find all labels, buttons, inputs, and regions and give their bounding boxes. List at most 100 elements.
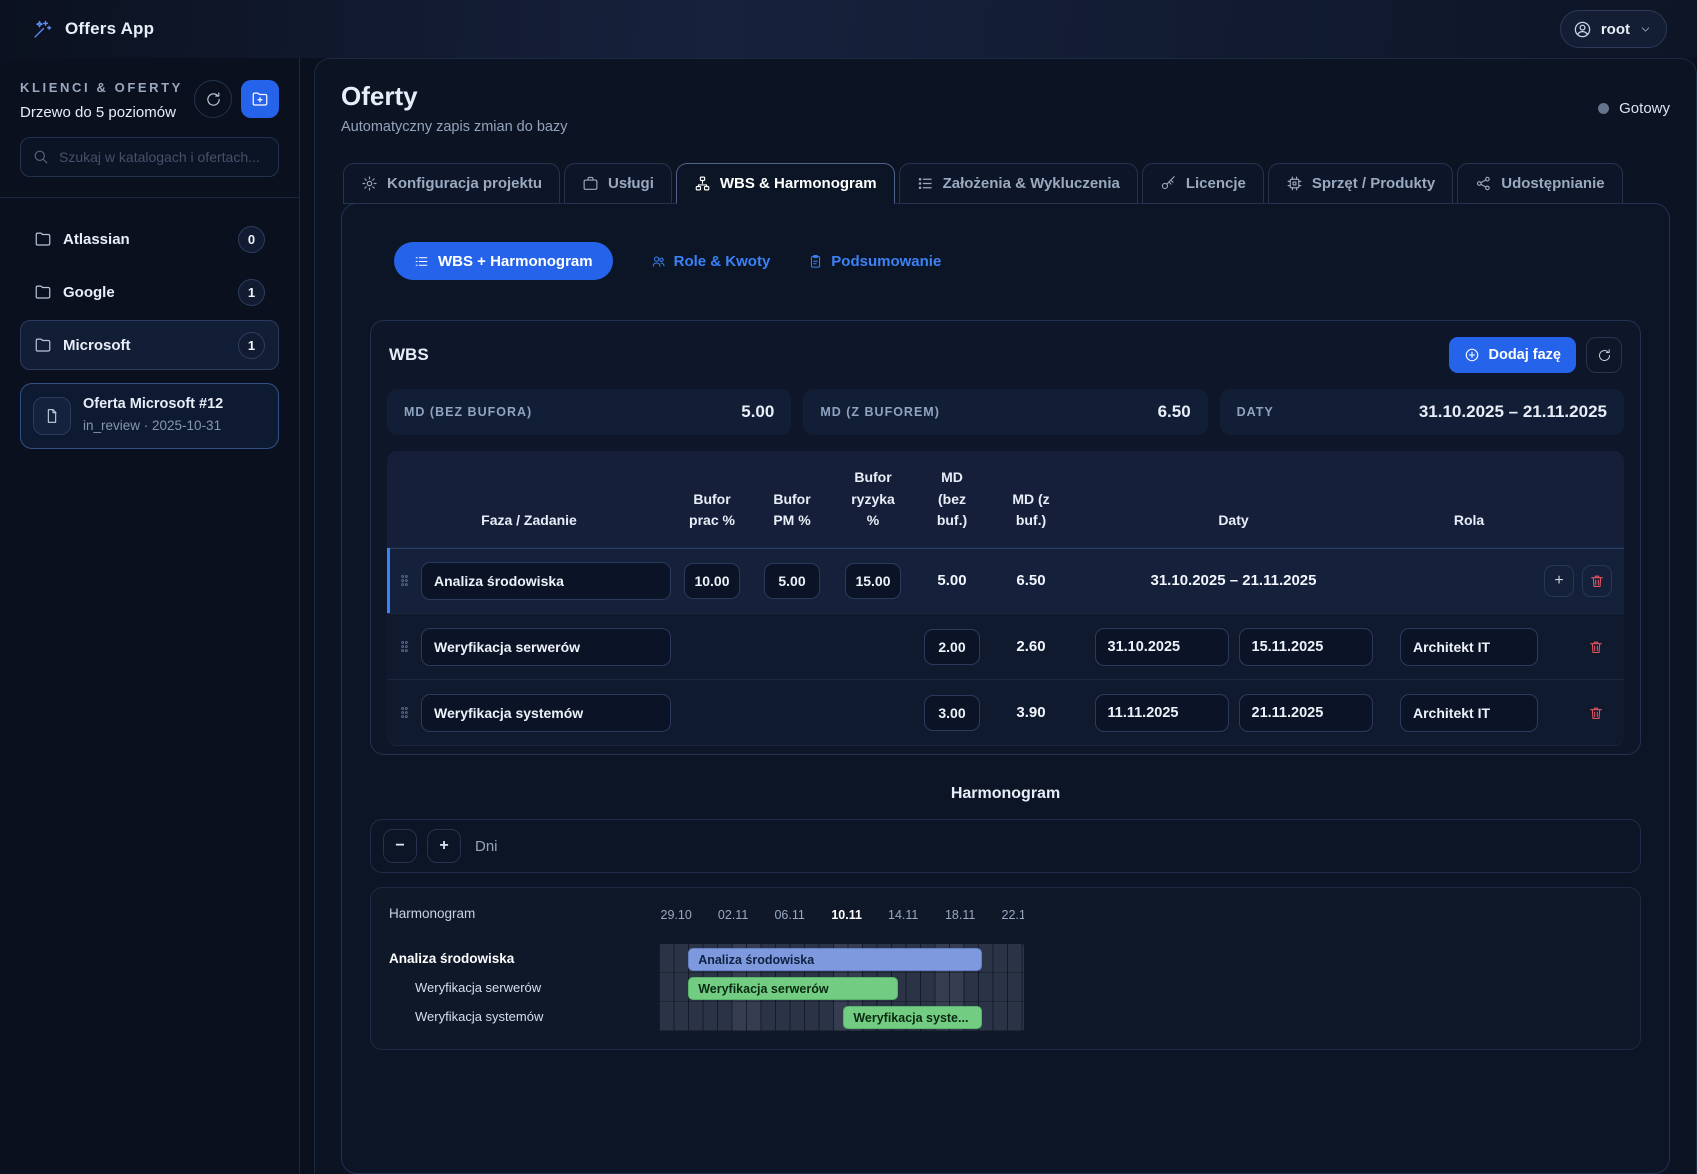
tab-label: Licencje: [1186, 175, 1246, 192]
add-phase-button[interactable]: Dodaj fazę: [1449, 337, 1576, 373]
subtab-role-kwoty[interactable]: Role & Kwoty: [651, 253, 771, 270]
bufor-prac-input[interactable]: [684, 563, 740, 599]
gantt-bar-weryfikacja-systemow[interactable]: Weryfikacja syste...: [843, 1006, 982, 1029]
column-header: Bufor prac %: [671, 489, 753, 532]
gantt-bar-weryfikacja-serwerow[interactable]: Weryfikacja serwerów: [688, 977, 898, 1000]
stat-label: DATY: [1237, 405, 1274, 419]
folder-label: Atlassian: [63, 231, 130, 248]
rola-input[interactable]: [1400, 694, 1538, 732]
delete-task-button[interactable]: [1580, 631, 1612, 663]
gantt-zoom-controls: − + Dni: [370, 819, 1641, 873]
folder-label: Microsoft: [63, 337, 131, 354]
wbs-table-header: Faza / ZadanieBufor prac %Bufor PM %Bufo…: [387, 451, 1624, 547]
plus-circle-icon: [1464, 347, 1480, 363]
wbs-table: Faza / ZadanieBufor prac %Bufor PM %Bufo…: [387, 451, 1624, 746]
stat-md-z-buforem: MD (Z BUFOREM) 6.50: [803, 389, 1207, 435]
date-from-input[interactable]: [1095, 628, 1229, 666]
wbs-card: WBS Dodaj fazę MD (BEZ BUFORA) 5.00MD (: [370, 320, 1641, 755]
tab-konfiguracja-projektu[interactable]: Konfiguracja projektu: [343, 163, 560, 204]
status-label: Gotowy: [1619, 100, 1670, 117]
gantt-tick: 10.11: [831, 908, 862, 922]
delete-task-button[interactable]: [1580, 697, 1612, 729]
sidebar-folder-atlassian[interactable]: Atlassian 0: [20, 214, 279, 264]
user-menu[interactable]: root: [1560, 10, 1667, 48]
subtab-label: Role & Kwoty: [674, 253, 771, 270]
tab-sprzet-produkty[interactable]: Sprzęt / Produkty: [1268, 163, 1453, 204]
drag-handle[interactable]: [387, 705, 421, 720]
wbs-refresh-button[interactable]: [1586, 337, 1622, 373]
refresh-tree-button[interactable]: [194, 80, 232, 118]
drag-icon: [397, 639, 412, 654]
column-header: Faza / Zadanie: [387, 510, 671, 532]
add-folder-button[interactable]: [241, 80, 279, 118]
sidebar-folder-google[interactable]: Google 1: [20, 267, 279, 317]
sidebar-folder-microsoft[interactable]: Microsoft 1: [20, 320, 279, 370]
tab-uslugi[interactable]: Usługi: [564, 163, 672, 204]
task-row-weryfikacja-serwerow: 2.60: [387, 613, 1624, 679]
phase-name-input[interactable]: [421, 562, 671, 600]
add-phase-label: Dodaj fazę: [1488, 347, 1561, 363]
status-indicator: Gotowy: [1598, 100, 1670, 117]
wbs-stats: MD (BEZ BUFORA) 5.00MD (Z BUFOREM) 6.50D…: [387, 389, 1624, 435]
add-task-button[interactable]: +: [1544, 565, 1574, 597]
gantt-tick: 14.11: [888, 908, 918, 922]
stat-value: 6.50: [1158, 402, 1191, 422]
gear-icon: [361, 175, 378, 192]
bufor-pm-input[interactable]: [764, 563, 820, 599]
clipboard-icon: [808, 254, 823, 269]
gantt-bar-analiza-srodowiska[interactable]: Analiza środowiska: [688, 948, 982, 971]
date-to-input[interactable]: [1239, 628, 1373, 666]
zoom-in-button[interactable]: +: [427, 829, 461, 863]
phase-dates-value: 31.10.2025 – 21.11.2025: [1073, 572, 1394, 589]
harmonogram-title: Harmonogram: [370, 785, 1641, 803]
users-icon: [651, 254, 666, 269]
subtab-wbs-harmonogram[interactable]: WBS + Harmonogram: [394, 242, 613, 280]
md-z-value: 6.50: [989, 572, 1073, 589]
gantt-row-label-analiza-srodowiska: Analiza środowiska: [389, 944, 659, 973]
folder-icon: [34, 230, 52, 248]
drag-handle[interactable]: [387, 639, 421, 654]
gantt-ticks: 29.1002.1106.1110.1114.1118.1122.11: [659, 906, 1024, 928]
date-to-input[interactable]: [1239, 694, 1373, 732]
column-header: MD (z buf.): [989, 489, 1073, 532]
tabs: Konfiguracja projektu Usługi WBS & Harmono…: [341, 163, 1670, 203]
tab-wbs-harmonogram[interactable]: WBS & Harmonogram: [676, 163, 895, 204]
rola-input[interactable]: [1400, 628, 1538, 666]
offer-meta: in_review · 2025-10-31: [83, 416, 223, 436]
folder-plus-icon: [251, 90, 269, 108]
gantt-card: Harmonogram Analiza środowiskaWeryfikacj…: [370, 887, 1641, 1050]
task-name-input[interactable]: [421, 694, 671, 732]
task-name-input[interactable]: [421, 628, 671, 666]
drag-icon: [397, 573, 412, 588]
gantt-row-labels: Analiza środowiskaWeryfikacja serwerówWe…: [389, 944, 659, 1031]
delete-phase-button[interactable]: [1582, 565, 1612, 597]
tab-udostepnianie[interactable]: Udostępnianie: [1457, 163, 1622, 204]
bufor-ryzyka-input[interactable]: [845, 563, 901, 599]
tab-label: Usługi: [608, 175, 654, 192]
sparkle-icon: [32, 19, 53, 40]
tab-label: WBS & Harmonogram: [720, 175, 877, 192]
date-from-input[interactable]: [1095, 694, 1229, 732]
page-title: Oferty: [341, 81, 567, 112]
subtabs: WBS + Harmonogram Role & Kwoty Podsumowani…: [394, 242, 1641, 280]
app-title: Offers App: [65, 19, 154, 39]
phase-row-analiza-srodowiska: 5.00 6.50 31.10.2025 – 21.11.2025 +: [387, 547, 1624, 613]
tab-licencje[interactable]: Licencje: [1142, 163, 1264, 204]
md-bez-input[interactable]: [924, 695, 980, 731]
zoom-out-button[interactable]: −: [383, 829, 417, 863]
gantt-row-label-weryfikacja-systemow: Weryfikacja systemów: [389, 1002, 659, 1031]
tab-zalozenia-wykluczenia[interactable]: Założenia & Wykluczenia: [899, 163, 1138, 204]
subtab-podsumowanie[interactable]: Podsumowanie: [808, 253, 941, 270]
status-dot: [1598, 103, 1609, 114]
column-header: Daty: [1073, 510, 1394, 532]
topbar: Offers App root: [0, 0, 1697, 58]
sidebar-offer-card[interactable]: Oferta Microsoft #12 in_review · 2025-10…: [20, 383, 279, 449]
search-input[interactable]: [20, 137, 279, 177]
drag-handle[interactable]: [387, 573, 421, 588]
drag-icon: [397, 705, 412, 720]
user-circle-icon: [1573, 20, 1592, 39]
offer-panel: WBS + Harmonogram Role & Kwoty Podsumowani…: [341, 203, 1670, 1174]
md-bez-input[interactable]: [924, 629, 980, 665]
gantt-tick: 06.11: [774, 908, 804, 922]
trash-icon: [1588, 705, 1604, 721]
